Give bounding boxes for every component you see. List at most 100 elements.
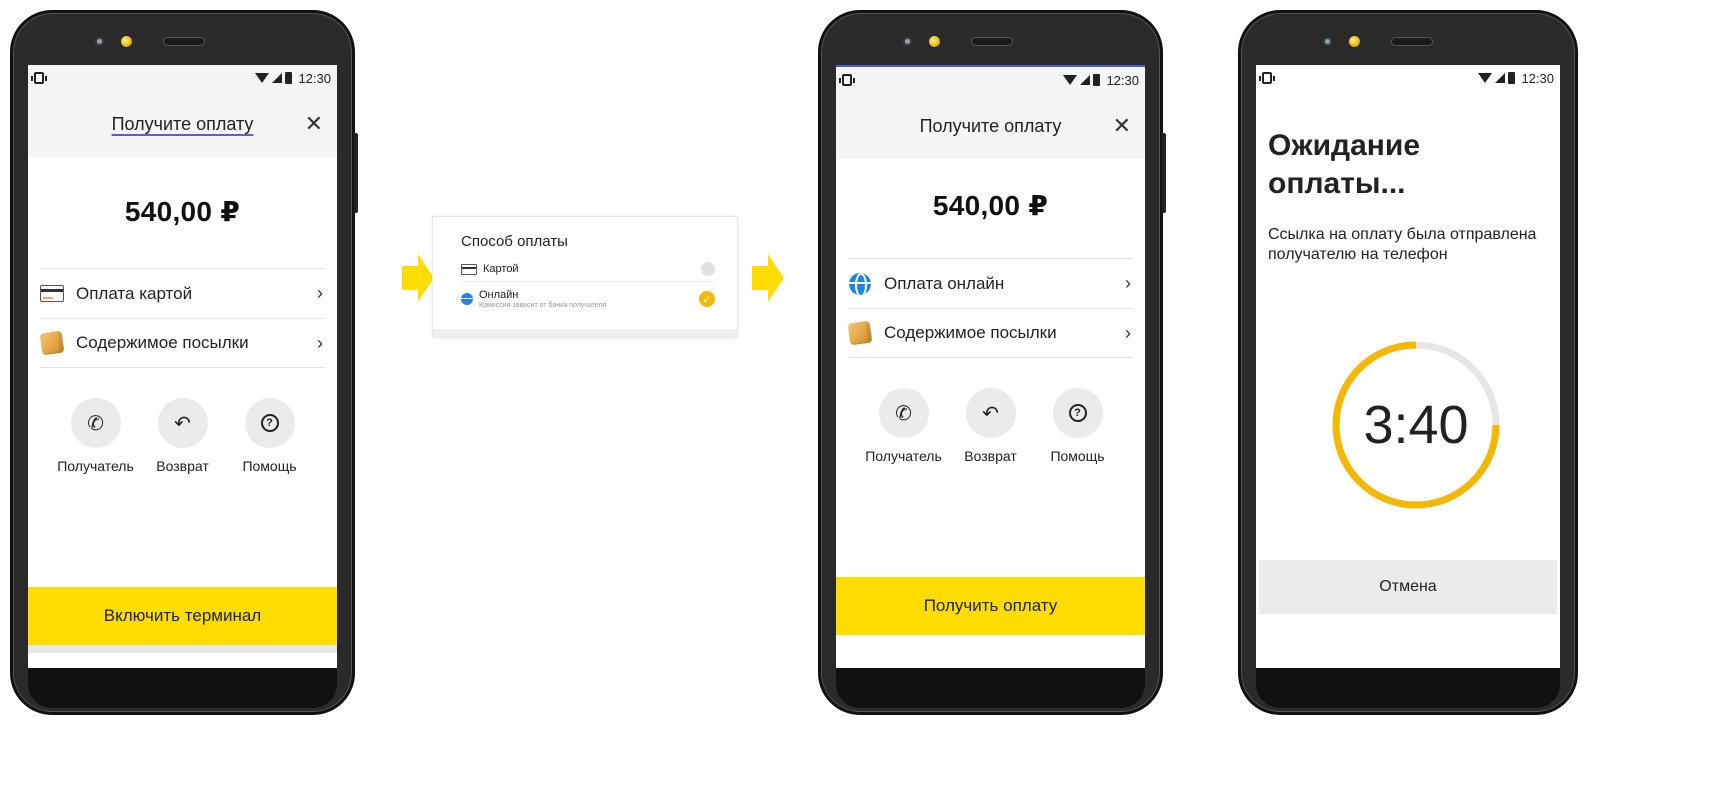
arrow-right-icon	[752, 254, 784, 302]
phone-icon: ✆	[70, 398, 121, 448]
payment-method-row[interactable]: Оплата онлайн ›	[848, 259, 1133, 308]
page-title: Получите оплату	[919, 115, 1062, 136]
return-button[interactable]: ↶ Возврат	[139, 398, 226, 474]
chevron-right-icon: ›	[1125, 322, 1131, 343]
payment-amount: 540,00 ₽	[932, 190, 1049, 221]
payment-method-row[interactable]: Оплата картой ›	[40, 269, 325, 318]
help-icon: ?	[244, 398, 295, 448]
chevron-right-icon: ›	[317, 332, 323, 353]
close-icon[interactable]: ✕	[1113, 113, 1131, 139]
sensor-icon	[903, 37, 912, 46]
package-contents-label: Содержимое посылки	[76, 333, 249, 352]
phone-frame-4: 12:30 Ожидание оплаты... Ссылка на оплат…	[1238, 10, 1578, 715]
options-list: Оплата картой › Содержимое посылки ›	[39, 268, 325, 368]
side-button	[354, 133, 358, 213]
payment-method-label: Оплата картой	[76, 283, 193, 303]
screen-waiting-payment: 12:30 Ожидание оплаты... Ссылка на оплат…	[1256, 65, 1560, 668]
phone-top-bezel	[13, 13, 352, 65]
screen-receive-payment-card: 12:30 Получите оплату ✕ 540,00 ₽ Оплата …	[28, 65, 337, 668]
phone-bottom-bezel	[28, 668, 337, 708]
speaker-grille	[971, 37, 1013, 46]
enable-terminal-button[interactable]: Включить терминал	[28, 587, 337, 645]
chevron-right-icon: ›	[1125, 273, 1131, 293]
waiting-title-line1: Ожидание	[1268, 129, 1421, 162]
option-card[interactable]: Картой	[461, 262, 715, 276]
help-button[interactable]: ? Помощь	[1034, 388, 1121, 464]
camera-icon	[929, 36, 940, 47]
signal-icon	[272, 73, 283, 83]
waiting-description: Ссылка на оплату была отправлена получат…	[1268, 226, 1537, 263]
battery-icon	[285, 72, 293, 84]
waiting-title: Ожидание оплаты...	[1268, 127, 1560, 203]
signal-icon	[1080, 75, 1091, 85]
wifi-icon	[1478, 73, 1493, 83]
receive-payment-button[interactable]: Получить оплату	[836, 577, 1145, 635]
option-online-label: Онлайн	[479, 289, 519, 301]
payment-method-label: Оплата онлайн	[884, 273, 1005, 293]
vibrate-icon	[1259, 72, 1275, 84]
phone-bottom-bezel	[836, 668, 1145, 708]
return-label: Возврат	[156, 458, 209, 474]
page-title: Получите оплату	[111, 113, 254, 134]
package-contents-row[interactable]: Содержимое посылки ›	[39, 318, 325, 367]
signal-icon	[1495, 73, 1506, 83]
speaker-grille	[163, 37, 205, 46]
help-button[interactable]: ? Помощь	[226, 398, 313, 474]
status-time: 12:30	[1521, 70, 1554, 86]
package-contents-row[interactable]: Содержимое посылки ›	[847, 308, 1133, 357]
return-label: Возврат	[964, 448, 1017, 464]
payment-method-sheet: Способ оплаты Картой Онлайн Комиссия зав…	[432, 216, 738, 338]
undo-icon: ↶	[157, 398, 208, 448]
radio-unselected[interactable]	[701, 262, 715, 276]
wifi-icon	[255, 73, 270, 83]
screen-header: Получите оплату ✕	[836, 93, 1145, 159]
actions-bar: ✆ Получатель ↶ Возврат ? Помощь	[52, 398, 313, 474]
vibrate-icon	[839, 74, 855, 86]
battery-icon	[1093, 74, 1101, 86]
help-label: Помощь	[242, 458, 297, 474]
option-card-label: Картой	[483, 263, 519, 275]
status-time: 12:30	[1106, 72, 1139, 88]
close-icon[interactable]: ✕	[305, 111, 323, 137]
phone-icon: ✆	[878, 388, 929, 438]
camera-icon	[1349, 36, 1360, 47]
phone-top-bezel	[821, 13, 1160, 65]
package-contents-label: Содержимое посылки	[884, 323, 1057, 342]
card-icon	[40, 285, 64, 302]
recipient-label: Получатель	[865, 448, 942, 464]
check-icon[interactable]: ✓	[699, 291, 715, 307]
status-time: 12:30	[298, 70, 331, 86]
speaker-grille	[1391, 37, 1433, 46]
package-icon	[847, 320, 873, 346]
sensor-icon	[95, 37, 104, 46]
status-bar: 12:30	[836, 67, 1145, 93]
globe-icon	[461, 293, 473, 305]
globe-icon	[849, 272, 871, 295]
help-label: Помощь	[1050, 448, 1105, 464]
divider	[461, 281, 715, 282]
package-icon	[39, 330, 65, 356]
options-list: Оплата онлайн › Содержимое посылки ›	[847, 258, 1133, 358]
side-button	[1162, 133, 1166, 213]
option-online-sublabel: Комиссия зависит от банка получателя	[479, 302, 607, 309]
recipient-button[interactable]: ✆ Получатель	[860, 388, 947, 464]
phone-frame-1: 12:30 Получите оплату ✕ 540,00 ₽ Оплата …	[10, 10, 358, 715]
waiting-title-line2: оплаты...	[1268, 167, 1406, 200]
phone-top-bezel	[1241, 13, 1575, 65]
status-bar: 12:30	[28, 65, 337, 91]
chevron-right-icon: ›	[317, 283, 323, 303]
timer-value: 3:40	[1363, 395, 1469, 455]
help-icon: ?	[1052, 388, 1103, 438]
option-online[interactable]: Онлайн Комиссия зависит от банка получат…	[461, 289, 715, 309]
recipient-button[interactable]: ✆ Получатель	[52, 398, 139, 474]
phone-bottom-bezel	[1256, 668, 1560, 708]
bottom-strip	[28, 645, 337, 653]
cancel-button[interactable]: Отмена	[1259, 560, 1557, 614]
countdown-timer: 3:40	[1328, 337, 1504, 513]
return-button[interactable]: ↶ Возврат	[947, 388, 1034, 464]
payment-amount: 540,00 ₽	[124, 196, 241, 227]
actions-bar: ✆ Получатель ↶ Возврат ? Помощь	[860, 388, 1121, 464]
sheet-bottom	[433, 329, 737, 337]
sensor-icon	[1323, 37, 1332, 46]
phone-frame-3: 12:30 Получите оплату ✕ 540,00 ₽ Оплата …	[818, 10, 1166, 715]
